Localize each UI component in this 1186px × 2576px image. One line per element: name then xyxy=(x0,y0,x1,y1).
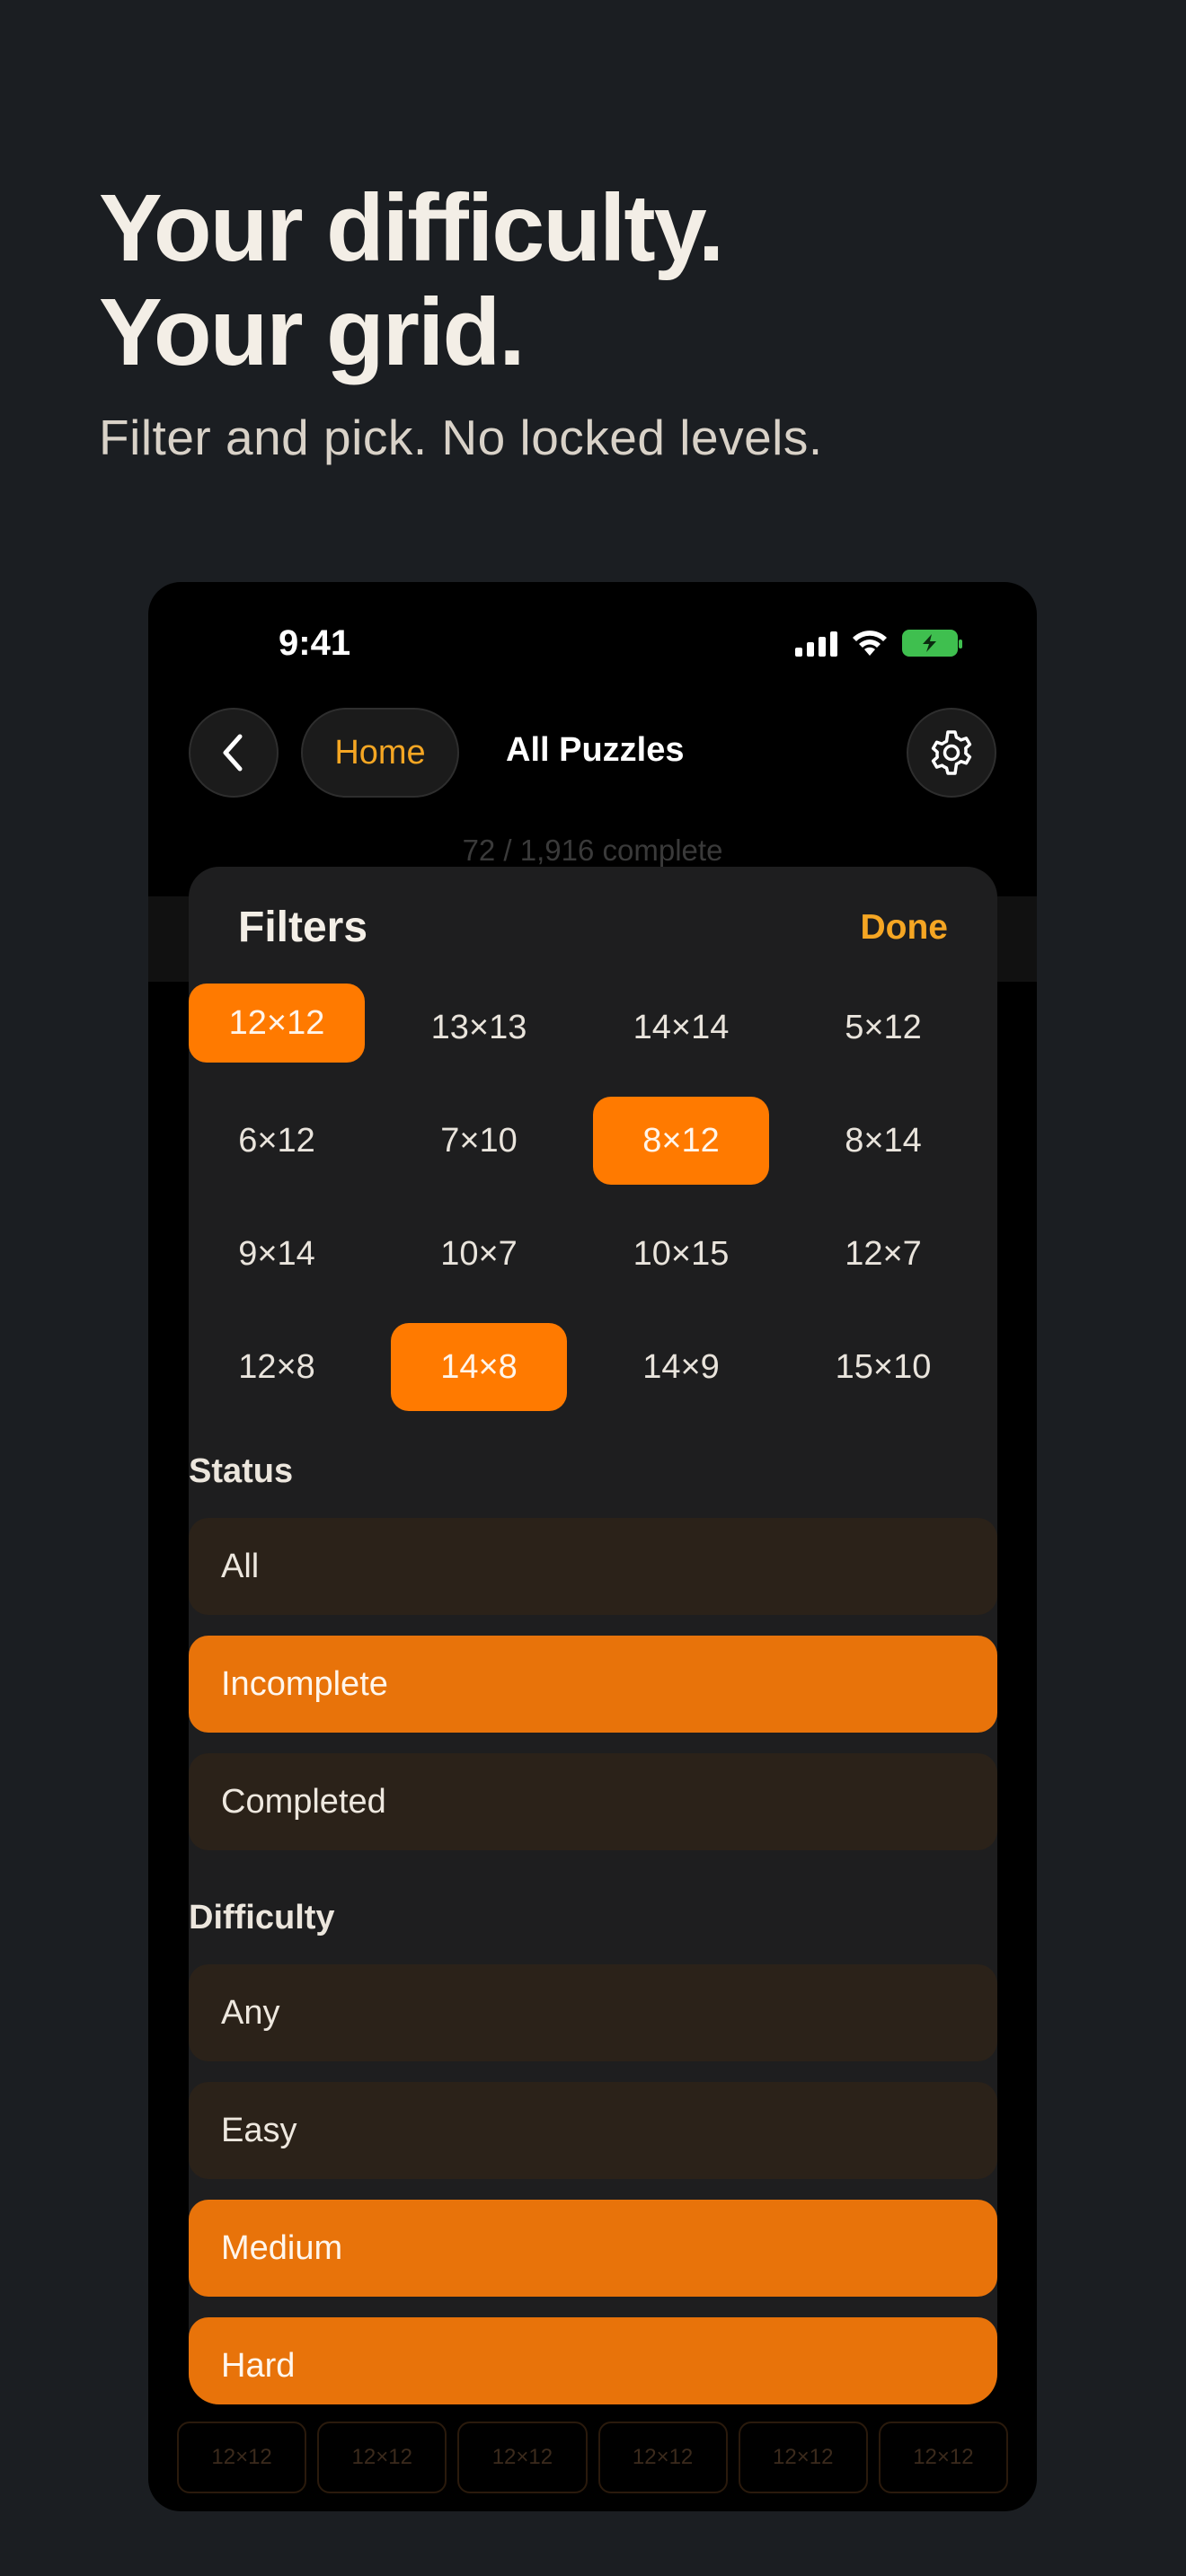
phone-frame: 9:41 Home All Puzzles 72 / 1,916 complet… xyxy=(148,582,1037,2511)
background-puzzle-grid: 12×12 12×12 12×12 12×12 12×12 12×12 xyxy=(177,2422,1008,2493)
chevron-left-icon xyxy=(223,734,243,772)
puzzle-cell[interactable]: 12×12 xyxy=(457,2422,588,2493)
size-filter-grid: 12×12 13×13 14×14 5×12 6×12 7×10 8×12 8×… xyxy=(189,984,997,1411)
puzzle-cell[interactable]: 12×12 xyxy=(738,2422,868,2493)
size-chip[interactable]: 6×12 xyxy=(189,1097,365,1185)
puzzle-cell[interactable]: 12×12 xyxy=(597,2422,728,2493)
size-chip[interactable]: 15×10 xyxy=(795,1323,971,1411)
hero-subtitle: Filter and pick. No locked levels. xyxy=(99,410,823,465)
difficulty-option-medium[interactable]: Medium xyxy=(189,2200,997,2297)
size-chip[interactable]: 12×12 xyxy=(189,984,365,1063)
size-chip[interactable]: 10×7 xyxy=(391,1210,567,1298)
size-chip[interactable]: 12×8 xyxy=(189,1323,365,1411)
home-button[interactable]: Home xyxy=(301,708,459,798)
back-button[interactable] xyxy=(189,708,279,798)
wifi-icon xyxy=(853,631,887,656)
size-chip[interactable]: 12×7 xyxy=(795,1210,971,1298)
status-option-completed[interactable]: Completed xyxy=(189,1753,997,1850)
difficulty-option-hard[interactable]: Hard xyxy=(189,2317,997,2404)
size-chip[interactable]: 14×9 xyxy=(593,1323,769,1411)
difficulty-option-easy[interactable]: Easy xyxy=(189,2082,997,2179)
done-button[interactable]: Done xyxy=(861,908,949,948)
size-chip[interactable]: 7×10 xyxy=(391,1097,567,1185)
size-chip[interactable]: 14×14 xyxy=(593,984,769,1072)
gear-icon xyxy=(931,730,972,775)
status-icons xyxy=(795,629,962,657)
size-chip[interactable]: 14×8 xyxy=(391,1323,567,1411)
difficulty-option-any[interactable]: Any xyxy=(189,1964,997,2061)
page-title: All Puzzles xyxy=(506,731,685,769)
size-chip[interactable]: 5×12 xyxy=(795,984,971,1072)
hero-title-line1: Your difficulty. xyxy=(99,175,724,281)
filters-title: Filters xyxy=(238,904,368,951)
status-option-all[interactable]: All xyxy=(189,1518,997,1615)
difficulty-section-label: Difficulty xyxy=(189,1899,335,1936)
puzzle-cell[interactable]: 12×12 xyxy=(317,2422,447,2493)
size-chip[interactable]: 9×14 xyxy=(189,1210,365,1298)
hero-title-line2: Your grid. xyxy=(99,279,526,385)
puzzle-cell[interactable]: 12×12 xyxy=(878,2422,1008,2493)
puzzle-cell[interactable]: 12×12 xyxy=(177,2422,307,2493)
status-section-label: Status xyxy=(189,1452,294,1490)
cellular-signal-icon xyxy=(795,630,837,657)
battery-charging-icon xyxy=(902,630,962,657)
size-chip[interactable]: 10×15 xyxy=(593,1210,769,1298)
filters-sheet: Filters Done 12×12 13×13 14×14 5×12 6×12… xyxy=(189,867,997,2404)
size-chip[interactable]: 13×13 xyxy=(391,984,567,1072)
status-time: 9:41 xyxy=(279,623,351,663)
progress-text: 72 / 1,916 complete xyxy=(462,834,723,867)
hero-title: Your difficulty. Your grid. xyxy=(99,175,724,385)
size-chip[interactable]: 8×12 xyxy=(593,1097,769,1185)
size-chip[interactable]: 8×14 xyxy=(795,1097,971,1185)
settings-button[interactable] xyxy=(907,708,996,798)
status-option-incomplete[interactable]: Incomplete xyxy=(189,1636,997,1733)
